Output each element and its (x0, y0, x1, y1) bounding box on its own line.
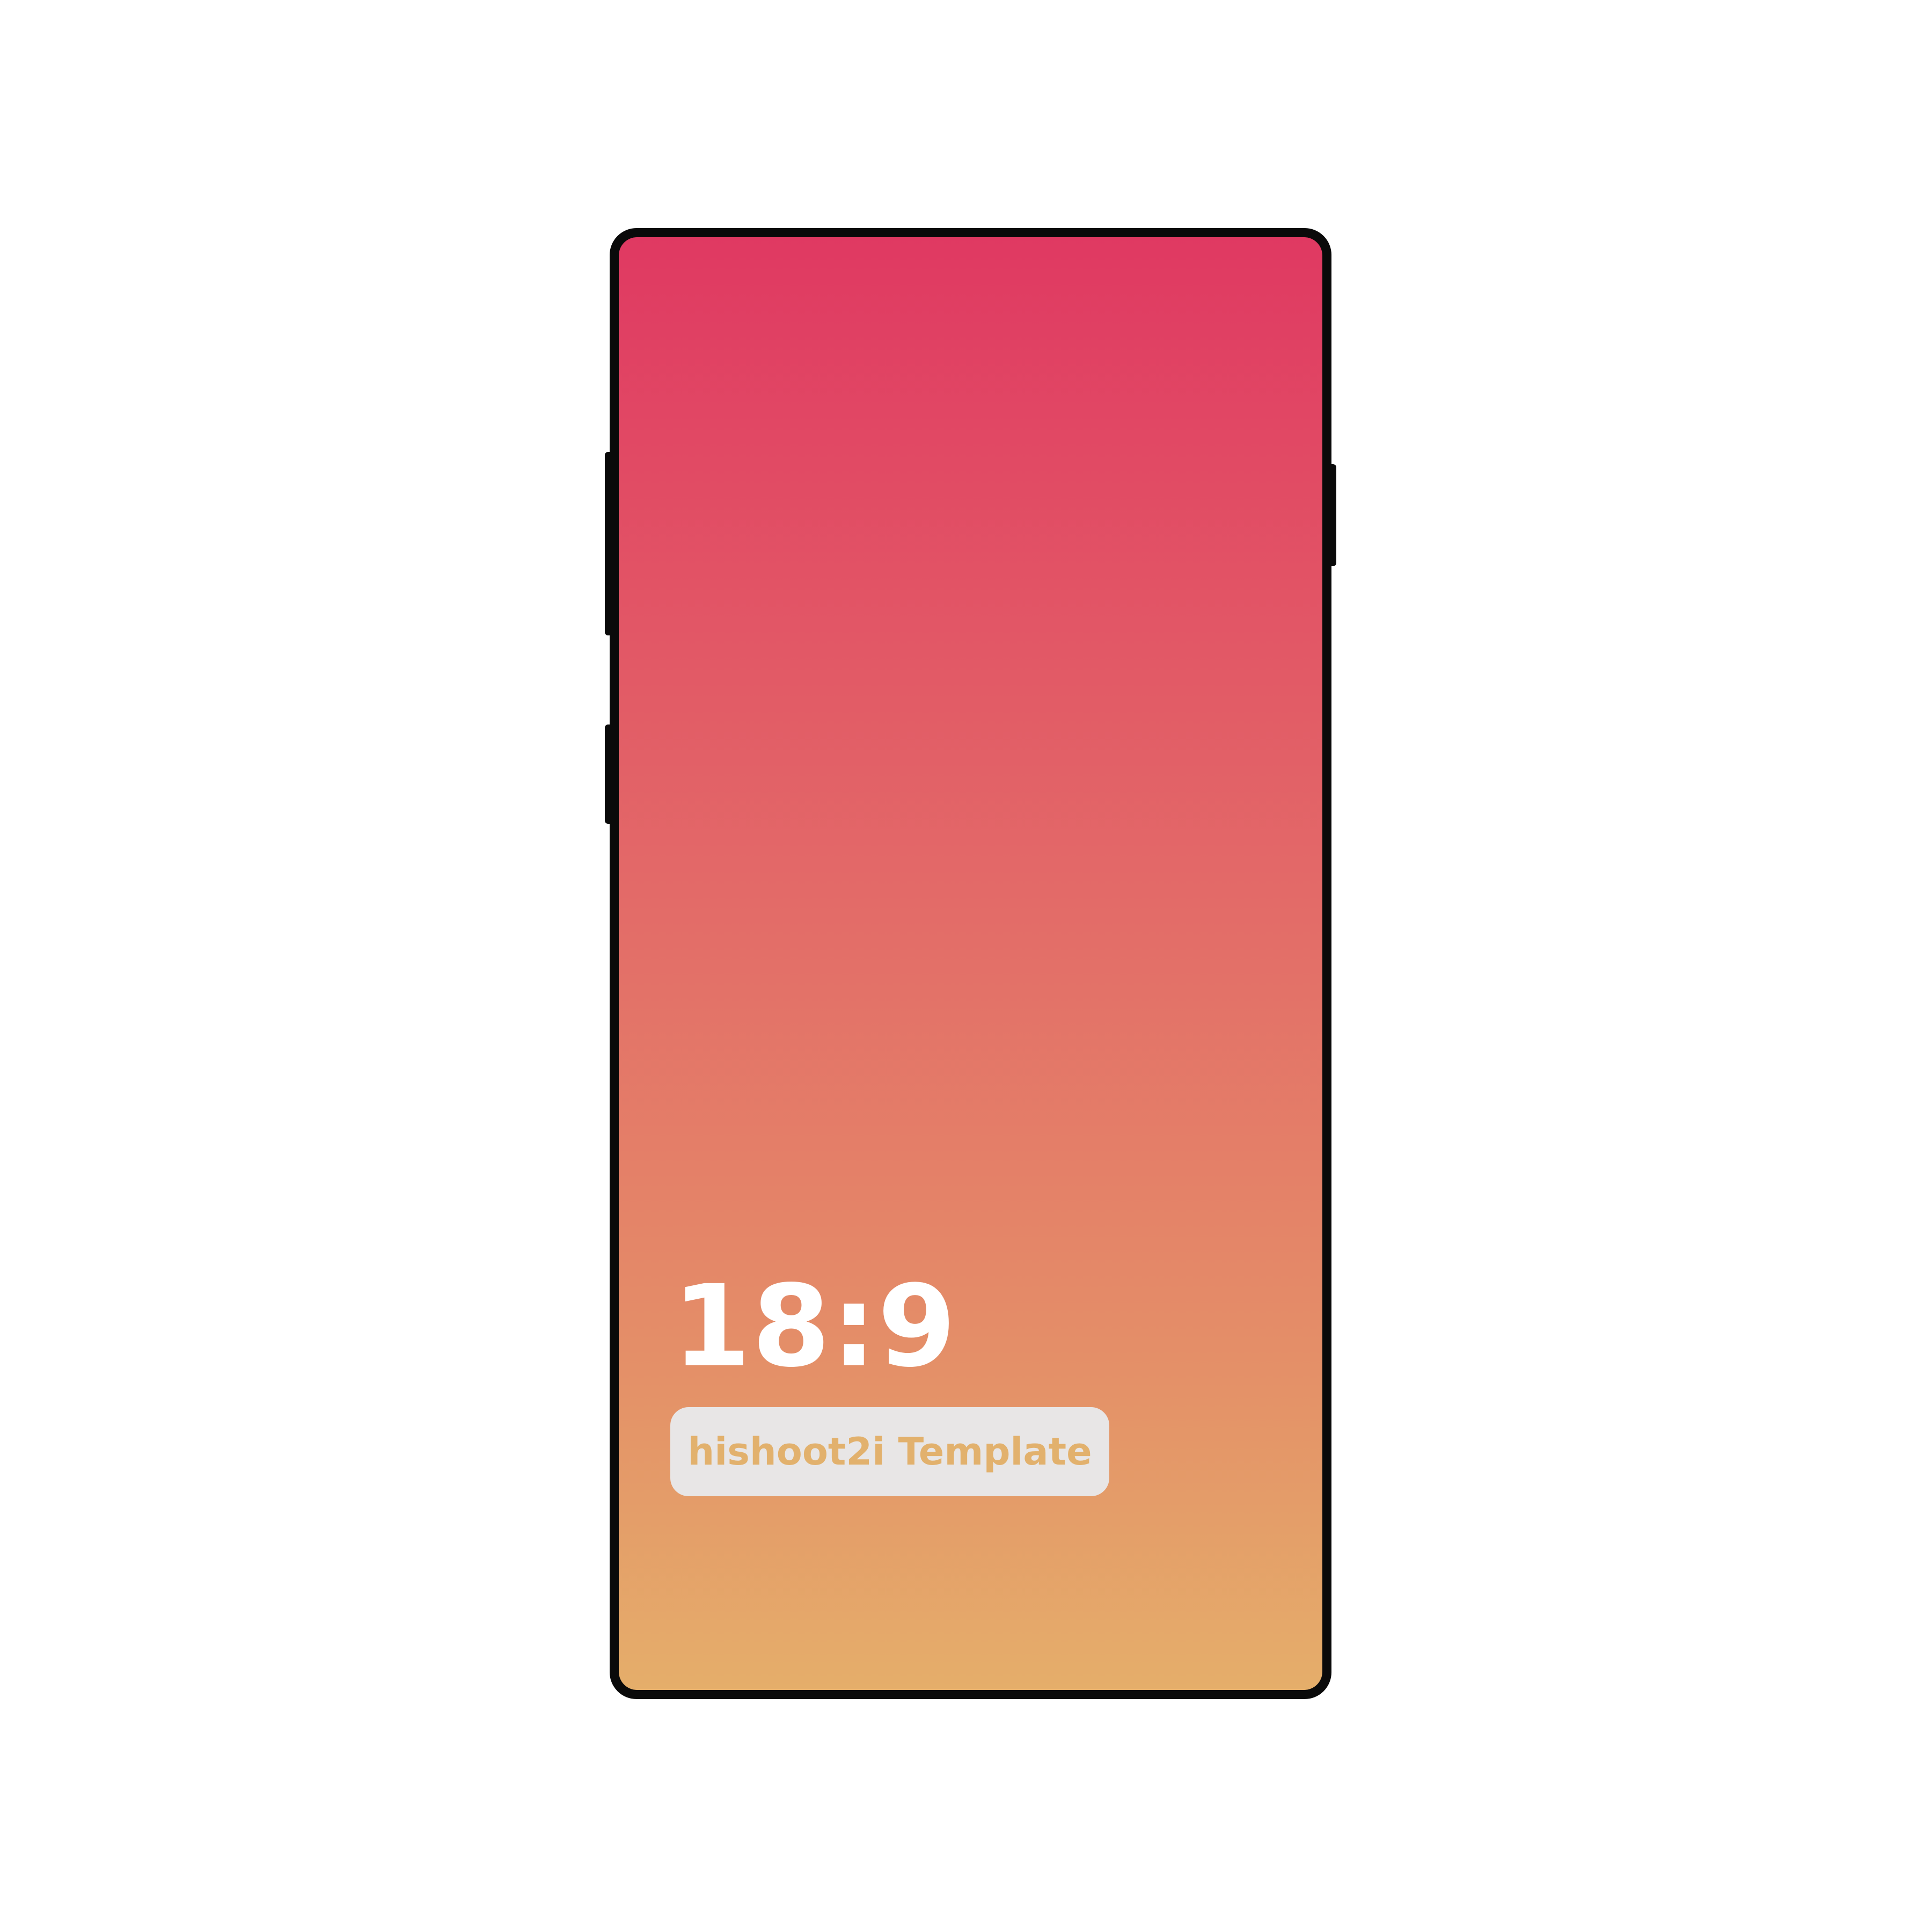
aspect-ratio-label: 18:9 (672, 1261, 957, 1392)
template-badge: hishoot2i Template (670, 1407, 1109, 1496)
phone-screen: 18:9 hishoot2i Template (619, 237, 1322, 1690)
mockup-canvas: 18:9 hishoot2i Template (0, 0, 1932, 1932)
phone-frame: 18:9 hishoot2i Template (610, 228, 1331, 1699)
